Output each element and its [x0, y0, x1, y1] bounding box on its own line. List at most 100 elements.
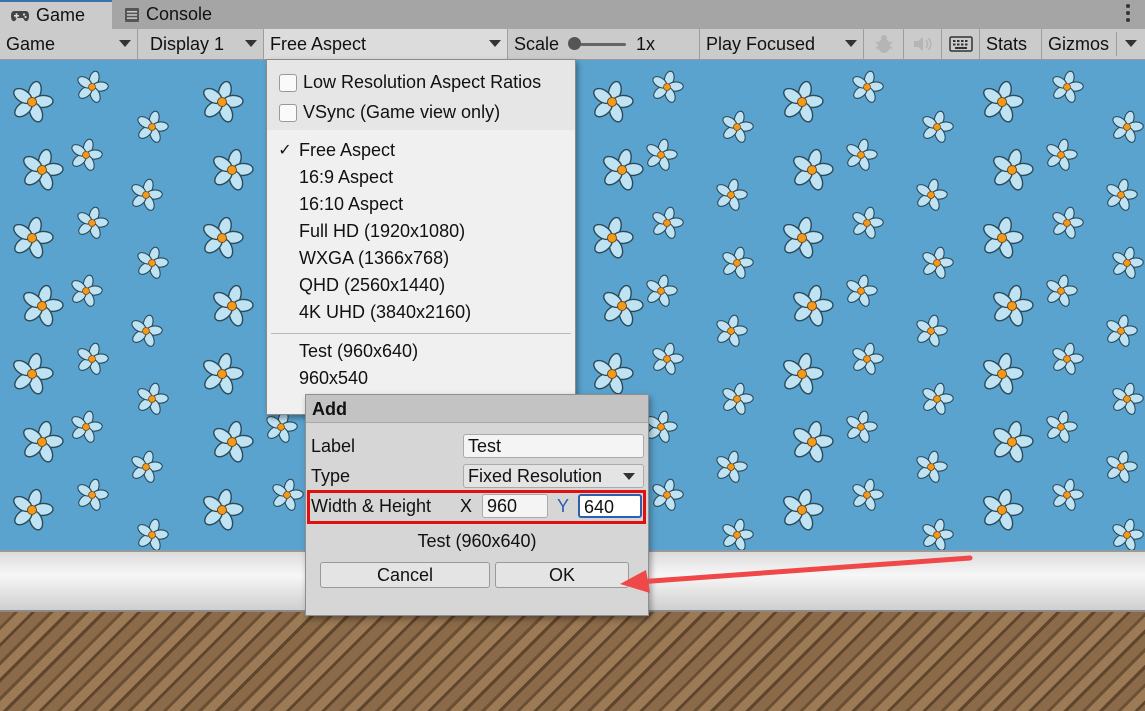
flower-icon — [783, 352, 824, 395]
flower-icon — [646, 138, 678, 171]
flower-icon — [722, 246, 754, 279]
flower-icon — [13, 488, 54, 531]
flower-icon — [131, 450, 163, 483]
vsync-toggle[interactable]: VSync (Game view only) — [279, 102, 500, 123]
flower-icon — [983, 216, 1024, 259]
flower-icon — [646, 274, 678, 307]
menu-item-label: Free Aspect — [299, 139, 396, 160]
stats-button[interactable]: Stats — [980, 29, 1042, 59]
ok-button[interactable]: OK — [495, 562, 629, 588]
flower-icon — [793, 284, 834, 327]
cancel-button[interactable]: Cancel — [320, 562, 490, 588]
flower-icon — [272, 478, 304, 511]
flower-icon — [13, 80, 54, 123]
flower-icon — [716, 178, 748, 211]
chevron-down-icon — [845, 40, 857, 47]
flower-icon — [993, 148, 1034, 191]
flower-icon — [716, 450, 748, 483]
menu-item-label: 16:9 Aspect — [299, 166, 394, 187]
keyboard-icon — [948, 36, 973, 52]
chevron-down-icon — [489, 40, 501, 47]
menu-item-label: QHD (2560x1440) — [299, 274, 446, 295]
menu-item-qhd[interactable]: QHD (2560x1440) — [271, 272, 445, 298]
flower-icon — [213, 148, 254, 191]
flower-icon — [783, 80, 824, 123]
flower-icon — [1052, 206, 1084, 239]
low-resolution-aspect-ratios-label: Low Resolution Aspect Ratios — [303, 72, 542, 92]
menu-item-full-hd[interactable]: Full HD (1920x1080) — [271, 218, 465, 244]
mute-audio-button[interactable] — [904, 29, 942, 59]
add-resolution-dialog: Add Label Test Type Fixed Resolution Wid… — [305, 394, 649, 616]
checkbox[interactable] — [279, 73, 297, 92]
flower-icon — [266, 410, 298, 443]
gizmos-dropdown[interactable]: Gizmos — [1042, 29, 1145, 59]
flower-icon — [922, 110, 954, 143]
flower-icon — [852, 70, 884, 103]
flower-icon — [77, 70, 109, 103]
chevron-down-icon — [245, 40, 257, 47]
menu-item-4k-uhd[interactable]: 4K UHD (3840x2160) — [271, 299, 471, 325]
dialog-title: Add — [306, 395, 648, 423]
flower-icon — [137, 382, 169, 415]
flower-icon — [213, 284, 254, 327]
menu-item-16-10[interactable]: 16:10 Aspect — [271, 191, 403, 217]
chevron-down-icon — [623, 473, 635, 480]
flower-icon — [593, 352, 634, 395]
flower-icon — [846, 274, 878, 307]
bug-icon — [875, 35, 892, 53]
flower-icon — [1106, 178, 1138, 211]
tab-console[interactable]: Console — [114, 0, 234, 29]
view-dropdown[interactable]: Game — [0, 29, 138, 59]
flower-icon — [1052, 342, 1084, 375]
tab-game[interactable]: Game — [0, 0, 112, 29]
aspect-dropdown[interactable]: Free Aspect — [264, 29, 508, 59]
flower-icon — [1046, 410, 1078, 443]
menu-item-label: Test (960x640) — [299, 340, 419, 361]
checkbox[interactable] — [279, 103, 297, 122]
flower-icon — [603, 284, 644, 327]
menu-item-custom-test[interactable]: Test (960x640) — [271, 338, 418, 364]
window-tab-bar: Game Console — [0, 0, 1145, 29]
play-mode-dropdown[interactable]: Play Focused — [700, 29, 864, 59]
menu-item-wxga[interactable]: WXGA (1366x768) — [271, 245, 449, 271]
scale-slider-handle[interactable] — [568, 37, 581, 50]
flower-icon — [1046, 274, 1078, 307]
flower-icon — [1046, 138, 1078, 171]
aspect-ratio-menu: Low Resolution Aspect Ratios VSync (Game… — [266, 59, 576, 415]
flower-icon — [922, 246, 954, 279]
type-caption: Type — [311, 466, 351, 486]
flower-icon — [77, 206, 109, 239]
low-resolution-aspect-ratios-toggle[interactable]: Low Resolution Aspect Ratios — [279, 72, 541, 93]
flower-icon — [783, 216, 824, 259]
chevron-down-icon — [119, 40, 131, 47]
flower-icon — [916, 178, 948, 211]
flower-icon — [23, 284, 64, 327]
chevron-down-icon — [1125, 40, 1137, 47]
flower-icon — [852, 478, 884, 511]
flower-icon — [783, 488, 824, 531]
bug-button[interactable] — [864, 29, 904, 59]
flower-icon — [137, 518, 169, 551]
flower-icon — [983, 80, 1024, 123]
menu-item-label: 4K UHD (3840x2160) — [299, 301, 472, 322]
flower-icon — [203, 352, 244, 395]
label-input[interactable]: Test — [463, 434, 644, 458]
menu-item-custom-960x540[interactable]: 960x540 — [271, 365, 368, 391]
menu-item-label: WXGA (1366x768) — [299, 247, 450, 268]
scale-label: Scale — [514, 33, 560, 54]
flower-icon — [983, 352, 1024, 395]
annotation-arrow-icon — [620, 555, 973, 593]
menu-item-16-9[interactable]: 16:9 Aspect — [271, 164, 393, 190]
keyboard-button[interactable] — [942, 29, 980, 59]
type-dropdown[interactable]: Fixed Resolution — [463, 464, 644, 488]
flower-icon — [793, 148, 834, 191]
flower-icon — [1112, 382, 1144, 415]
flower-icon — [652, 478, 684, 511]
menu-item-free-aspect[interactable]: ✓ Free Aspect — [271, 137, 395, 163]
type-dropdown-value: Fixed Resolution — [468, 466, 603, 486]
flower-icon — [137, 246, 169, 279]
display-dropdown[interactable]: Display 1 — [138, 29, 264, 59]
more-options-icon[interactable] — [1125, 2, 1131, 24]
flower-icon — [203, 488, 244, 531]
tab-console-label: Console — [146, 4, 213, 24]
